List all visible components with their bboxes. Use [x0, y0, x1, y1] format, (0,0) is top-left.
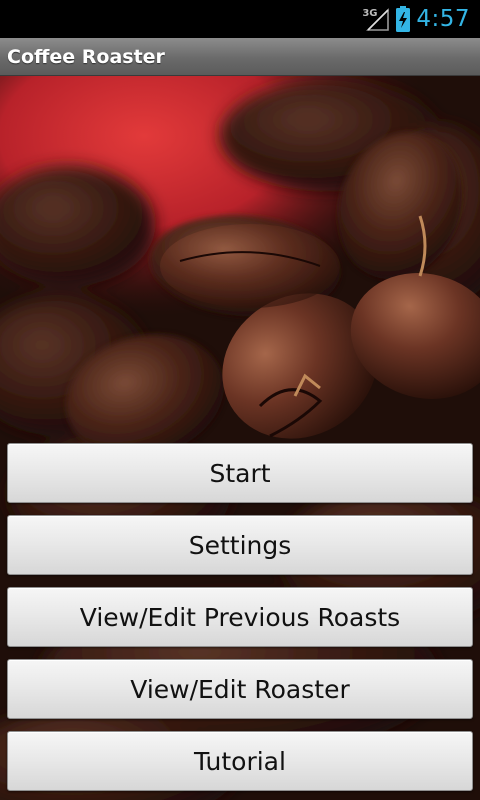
settings-button[interactable]: Settings [7, 515, 473, 575]
title-bar: Coffee Roaster [0, 38, 480, 76]
clock: 4:57 [416, 6, 470, 32]
signal-indicator: 3G [362, 6, 390, 32]
tutorial-button[interactable]: Tutorial [7, 731, 473, 791]
app-title: Coffee Roaster [7, 46, 165, 68]
roaster-button-label: View/Edit Roaster [130, 674, 350, 704]
signal-icon [366, 8, 390, 31]
view-edit-roaster-button[interactable]: View/Edit Roaster [7, 659, 473, 719]
view-edit-previous-roasts-button[interactable]: View/Edit Previous Roasts [7, 587, 473, 647]
battery-charging-icon [396, 6, 411, 32]
tutorial-button-label: Tutorial [194, 746, 286, 776]
start-button[interactable]: Start [7, 443, 473, 503]
status-bar: 3G 4:57 [0, 0, 480, 38]
app-screen: 3G 4:57 Coffee Roaster Start Settings Vi… [0, 0, 480, 800]
start-button-label: Start [209, 458, 271, 488]
previous-roasts-button-label: View/Edit Previous Roasts [79, 602, 401, 632]
status-icons: 3G 4:57 [362, 0, 470, 38]
settings-button-label: Settings [188, 530, 292, 560]
